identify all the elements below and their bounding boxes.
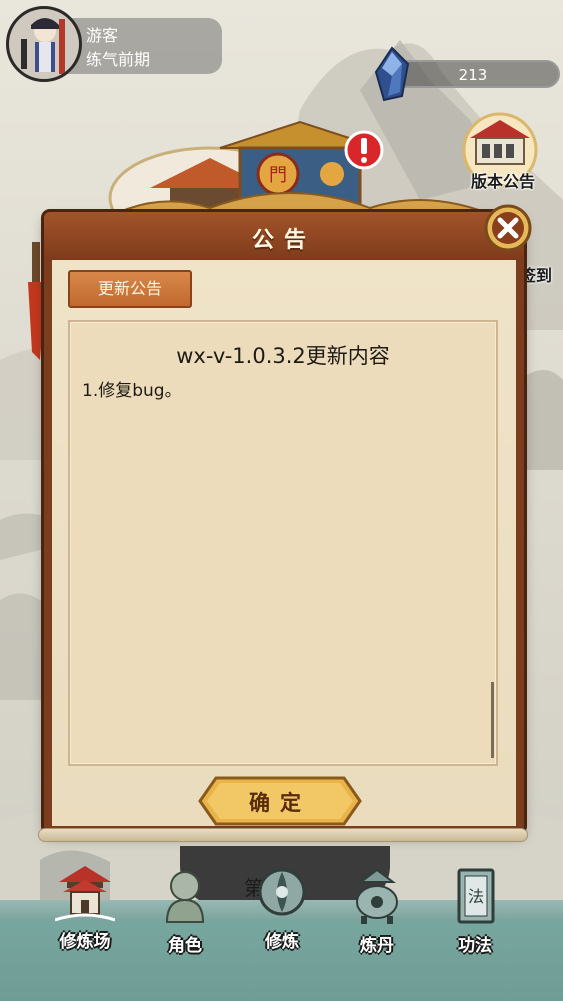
player-realm: 练气前期 bbox=[86, 50, 151, 69]
nav-character[interactable]: 角色 bbox=[140, 864, 230, 964]
nav-label: 功法 bbox=[458, 936, 492, 956]
confirm-button[interactable]: 确定 bbox=[198, 776, 362, 826]
nav-alchemy[interactable]: 炼丹 bbox=[332, 864, 422, 964]
nav-cultivation-field[interactable]: 修炼场 bbox=[40, 860, 130, 960]
close-icon[interactable] bbox=[484, 204, 532, 252]
spirit-crystal-icon bbox=[374, 46, 410, 102]
nav-label: 炼丹 bbox=[360, 936, 394, 956]
svg-text:門: 門 bbox=[269, 165, 287, 186]
announcement-content-panel[interactable]: wx-v-1.0.3.2更新内容 1.修复bug。 bbox=[68, 320, 498, 766]
character-icon bbox=[165, 871, 205, 923]
nav-label: 修炼场 bbox=[59, 932, 111, 952]
tab-update-notice[interactable]: 更新公告 bbox=[68, 270, 192, 308]
alchemy-icon bbox=[356, 868, 398, 924]
svg-text:法: 法 bbox=[468, 887, 484, 906]
nav-cultivate[interactable]: 修炼 bbox=[237, 860, 327, 960]
scrollbar[interactable] bbox=[491, 682, 494, 758]
player-avatar[interactable] bbox=[6, 6, 82, 82]
modal-titlebar: 公告 bbox=[44, 212, 524, 260]
currency-amount: 213 bbox=[458, 66, 488, 84]
scroll-roll-bottom bbox=[38, 828, 528, 842]
cultivation-field-icon bbox=[55, 866, 115, 922]
modal-title: 公告 bbox=[251, 227, 316, 253]
nav-label: 修炼 bbox=[265, 932, 299, 952]
announcement-text: 1.修复bug。 bbox=[82, 381, 182, 401]
cultivate-icon bbox=[258, 868, 306, 916]
announcement-title: wx-v-1.0.3.2更新内容 bbox=[176, 344, 390, 368]
player-name: 游客 bbox=[86, 26, 119, 45]
nav-label: 角色 bbox=[168, 936, 202, 956]
announcement-modal: 公告 更新公告 wx-v-1.0.3.2更新内容 1.修复bug。 确定 bbox=[28, 212, 535, 842]
technique-book-icon: 法 bbox=[457, 868, 495, 924]
confirm-label: 确定 bbox=[249, 790, 311, 815]
alert-icon[interactable] bbox=[344, 130, 384, 170]
nav-technique[interactable]: 法 功法 bbox=[430, 864, 520, 964]
currency-bar: 213 bbox=[386, 60, 560, 88]
